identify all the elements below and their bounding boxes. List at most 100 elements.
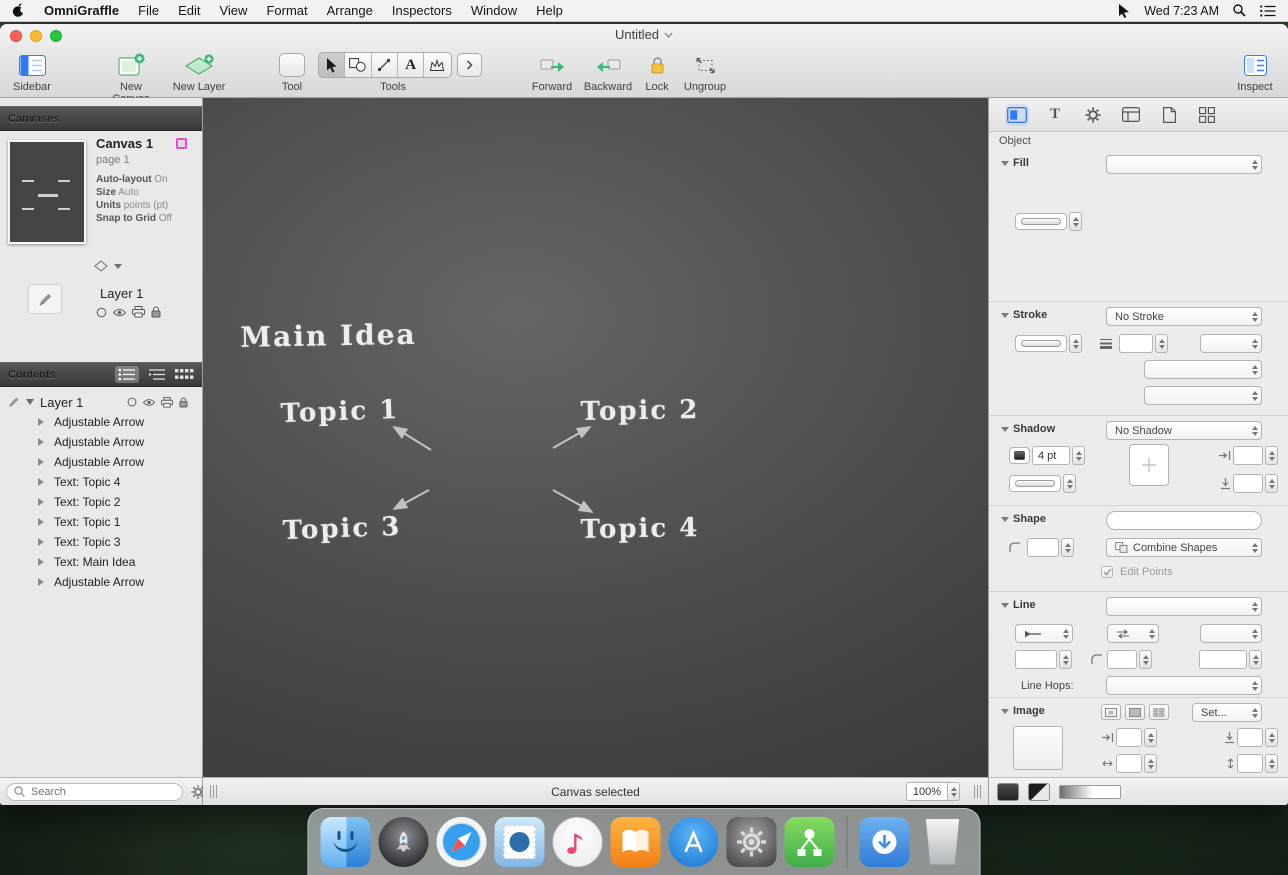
fill-header[interactable]: Fill [1001,157,1029,169]
dock-finder[interactable] [321,817,371,867]
line-header[interactable]: Line [1001,599,1036,611]
stroke-style-dropdown[interactable]: No Stroke [1106,307,1262,326]
eye-icon[interactable] [113,308,126,317]
dock-system-preferences[interactable] [727,817,777,867]
line-width-field[interactable] [1015,650,1057,669]
line-midpoint-dropdown[interactable] [1107,624,1159,643]
canvas-thumbnail[interactable] [8,140,86,244]
printer-icon[interactable] [132,306,145,318]
stepper[interactable] [1155,334,1168,353]
node-main-idea[interactable]: Main Idea [240,312,742,628]
image-width-field[interactable] [1116,754,1142,773]
printer-icon[interactable] [161,397,173,408]
tree-item[interactable]: Adjustable Arrow [0,572,202,592]
splitter-grip[interactable] [974,785,981,798]
shadow-x-field[interactable] [1233,446,1263,465]
disclosure-icon[interactable] [38,578,44,586]
search-field[interactable] [6,783,183,801]
tree-item[interactable]: Text: Topic 3 [0,532,202,552]
zoom-value[interactable]: 100% [906,782,948,801]
artboard-tool[interactable] [424,53,450,77]
fill-style-dropdown[interactable] [1106,155,1262,174]
shape-tool[interactable] [345,53,371,77]
notification-center-icon[interactable] [1260,5,1276,17]
tool-popup-button[interactable] [279,53,305,77]
toolbar-tool[interactable]: Tool [272,50,312,93]
disclosure-open-icon[interactable] [26,399,34,405]
node-topic-3[interactable]: Topic 3 [282,512,402,546]
menu-window[interactable]: Window [471,3,517,18]
tab-object-inspector[interactable] [1005,104,1029,126]
image-tile-button[interactable] [1149,704,1169,720]
stepper[interactable] [1144,728,1157,747]
zoom-control[interactable]: 100% [906,782,960,801]
text-tool[interactable]: A [398,53,424,77]
line-radius-field[interactable] [1107,650,1137,669]
more-tools-button[interactable] [457,53,482,77]
canvas-actions-popup[interactable] [94,260,122,272]
dock-launchpad[interactable] [379,817,429,867]
image-y-field[interactable] [1237,728,1263,747]
tree-item[interactable]: Text: Topic 4 [0,472,202,492]
stepper[interactable] [1265,446,1278,465]
apple-menu-icon[interactable] [12,3,25,18]
stroke-width-field[interactable] [1119,334,1153,353]
toolbar-lock[interactable]: Lock [640,50,674,93]
tree-root-row[interactable]: Layer 1 [0,392,202,412]
shadow-header[interactable]: Shadow [1001,423,1055,435]
tab-document-inspector[interactable] [1157,104,1181,126]
shape-header[interactable]: Shape [1001,513,1046,525]
line-tool[interactable] [372,53,398,77]
stepper[interactable] [1059,650,1072,669]
menu-format[interactable]: Format [266,3,307,18]
menu-arrange[interactable]: Arrange [327,3,373,18]
menu-help[interactable]: Help [536,3,563,18]
menu-file[interactable]: File [138,3,159,18]
stepper[interactable] [1265,474,1278,493]
stepper[interactable] [1144,754,1157,773]
shadow-position-pad[interactable] [1129,444,1169,486]
disclosure-icon[interactable] [38,478,44,486]
menu-clock[interactable]: Wed 7:23 AM [1144,4,1219,18]
stepper[interactable] [1265,728,1278,747]
image-header[interactable]: Image [1001,705,1045,717]
image-stretch-button[interactable] [1125,704,1145,720]
menu-edit[interactable]: Edit [178,3,200,18]
shadow-blur-field[interactable] [1032,446,1070,465]
stepper[interactable] [1061,538,1074,557]
disclosure-icon[interactable] [38,418,44,426]
tab-properties-inspector[interactable] [1081,104,1105,126]
layer-edit-well[interactable] [28,284,62,314]
disclosure-icon[interactable] [38,538,44,546]
dock-mail[interactable] [495,817,545,867]
disclosure-icon[interactable] [38,558,44,566]
stepper[interactable] [1063,474,1076,493]
stroke-color-well[interactable] [1015,335,1067,352]
eye-icon[interactable] [143,398,155,407]
menu-app-name[interactable]: OmniGraffle [44,3,119,18]
search-input[interactable] [29,785,175,799]
disclosure-icon[interactable] [38,498,44,506]
edit-points-checkbox[interactable] [1101,566,1113,578]
dock-downloads[interactable] [860,817,910,867]
disclosure-icon[interactable] [38,518,44,526]
corner-radius-field[interactable] [1027,538,1059,557]
tree-item[interactable]: Text: Topic 1 [0,512,202,532]
shadow-style-dropdown[interactable]: No Shadow [1106,421,1262,440]
toolbar-new-canvas[interactable]: New Canvas [100,50,162,105]
canvas-name[interactable]: Canvas 1 [96,136,153,151]
toolbar-inspect[interactable]: Inspect [1232,50,1278,93]
stroke-pattern-dropdown[interactable] [1144,360,1262,379]
dock-safari[interactable] [437,817,487,867]
toolbar-ungroup[interactable]: Ungroup [680,50,730,93]
toolbar-new-layer[interactable]: New Layer [170,50,228,93]
visibility-dot-icon[interactable] [127,397,137,407]
line-hops-dropdown[interactable] [1106,676,1262,695]
padlock-icon[interactable] [151,306,161,318]
tab-stencils[interactable] [1195,104,1219,126]
stepper[interactable] [1072,446,1085,465]
disclosure-icon[interactable] [38,458,44,466]
tree-item[interactable]: Adjustable Arrow [0,412,202,432]
spotlight-icon[interactable] [1233,4,1246,17]
selection-tool[interactable] [319,53,345,77]
